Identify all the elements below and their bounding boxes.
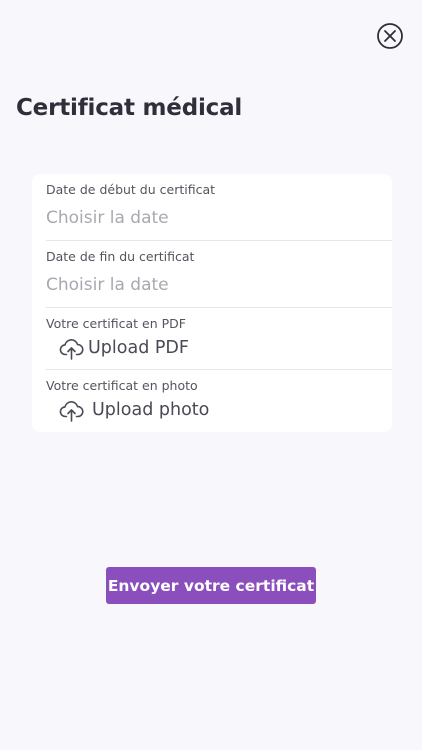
page-title: Certificat médical [16,95,243,121]
send-certificate-button[interactable]: Envoyer votre certificat [106,567,316,604]
cloud-upload-icon [59,339,84,360]
start-date-field[interactable]: Date de début du certificat Choisir la d… [46,174,392,240]
end-date-label: Date de fin du certificat [46,249,195,264]
end-date-field[interactable]: Date de fin du certificat Choisir la dat… [46,241,392,307]
photo-upload-label: Votre certificat en photo [46,378,198,393]
pdf-upload-label: Votre certificat en PDF [46,316,186,331]
upload-pdf-label: Upload PDF [88,338,189,358]
start-date-input[interactable]: Choisir la date [46,208,169,228]
photo-upload-field: Votre certificat en photo Upload photo [46,370,392,432]
pdf-upload-field: Votre certificat en PDF Upload PDF [46,308,392,370]
upload-pdf-button[interactable]: Upload PDF [59,336,189,360]
upload-photo-label: Upload photo [92,400,210,420]
start-date-label: Date de début du certificat [46,182,216,197]
close-circle-icon [377,23,403,49]
end-date-input[interactable]: Choisir la date [46,275,169,295]
cloud-upload-icon [59,401,84,422]
certificate-form-card: Date de début du certificat Choisir la d… [32,174,392,432]
close-button[interactable] [376,22,404,50]
upload-photo-button[interactable]: Upload photo [59,398,209,422]
